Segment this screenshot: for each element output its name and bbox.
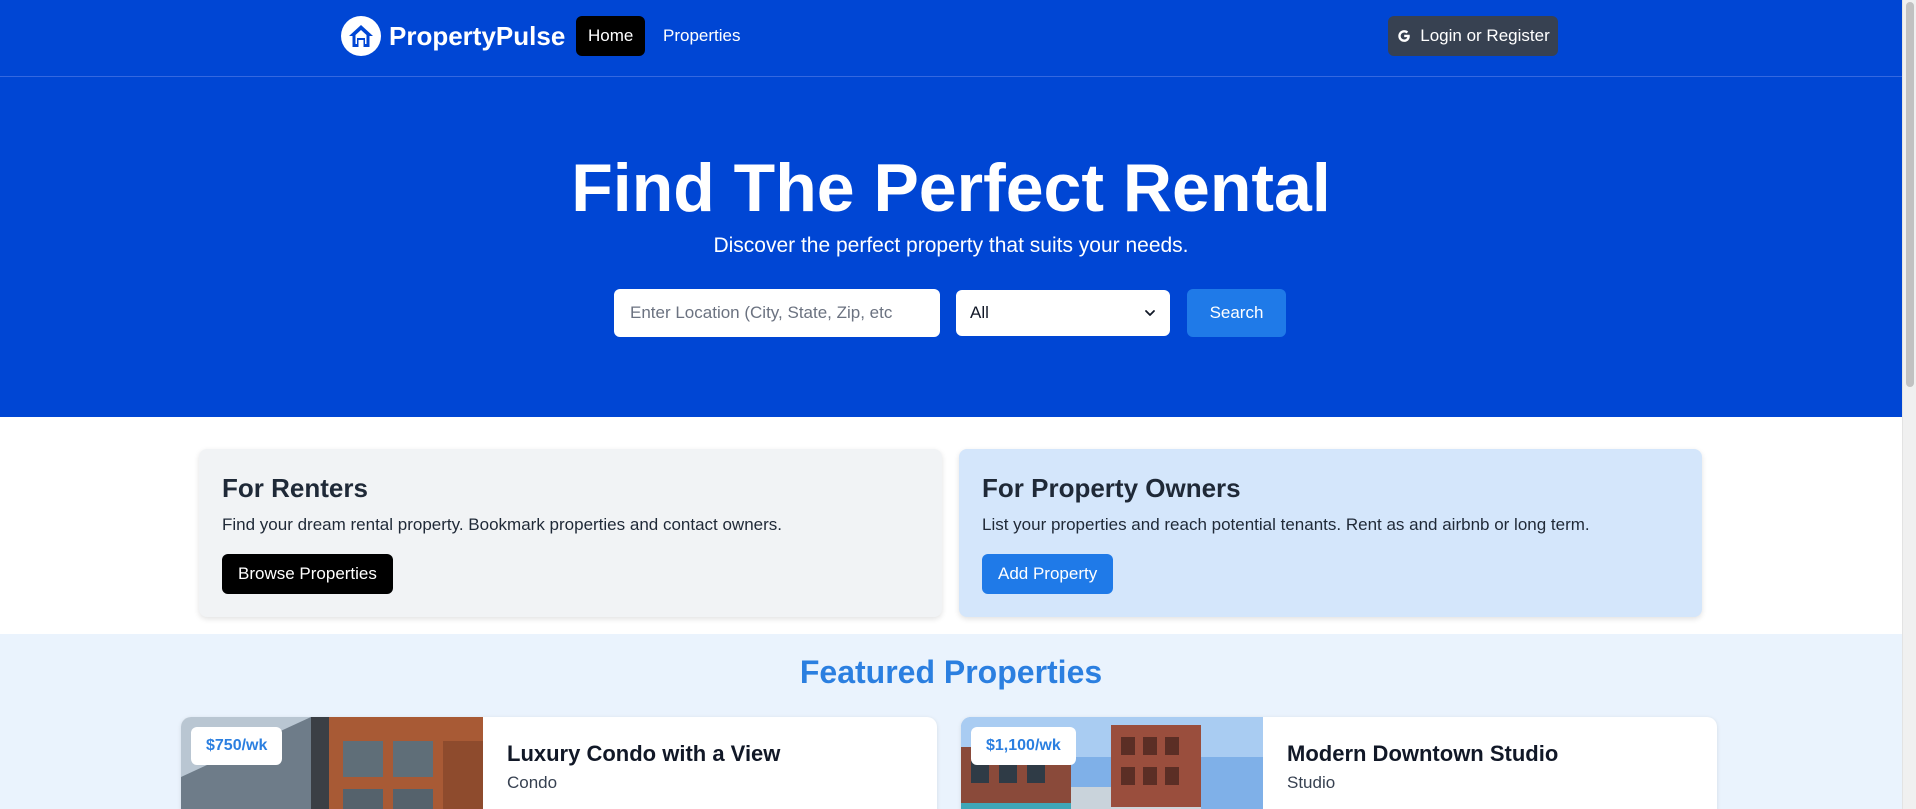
price-badge: $750/wk xyxy=(191,727,283,765)
owners-info-box: For Property Owners List your properties… xyxy=(959,449,1702,617)
owners-description: List your properties and reach potential… xyxy=(982,515,1590,534)
hero-section: Find The Perfect Rental Discover the per… xyxy=(0,77,1902,417)
location-search-input[interactable] xyxy=(614,289,940,337)
property-type-selected: All xyxy=(970,303,989,322)
search-button[interactable]: Search xyxy=(1187,289,1286,337)
featured-properties-section: Featured Properties $750/wk Luxury Condo… xyxy=(0,634,1902,809)
login-register-button[interactable]: Login or Register xyxy=(1388,16,1558,56)
brand-logo-link[interactable]: PropertyPulse xyxy=(341,16,565,56)
property-title[interactable]: Modern Downtown Studio xyxy=(1287,741,1558,767)
property-title[interactable]: Luxury Condo with a View xyxy=(507,741,780,767)
property-type-select[interactable]: All xyxy=(956,290,1170,336)
featured-property-card[interactable]: $1,100/wk Modern Downtown Studio Studio xyxy=(961,717,1717,809)
featured-title: Featured Properties xyxy=(799,654,1103,690)
page-scrollbar[interactable] xyxy=(1902,0,1916,809)
chevron-down-icon xyxy=(1144,307,1156,319)
property-image: $750/wk xyxy=(181,717,483,809)
renters-title: For Renters xyxy=(222,473,368,503)
hero-subtitle: Discover the perfect property that suits… xyxy=(713,234,1189,257)
browse-properties-button[interactable]: Browse Properties xyxy=(222,554,393,594)
featured-property-card[interactable]: $750/wk Luxury Condo with a View Condo xyxy=(181,717,937,809)
renters-description: Find your dream rental property. Bookmar… xyxy=(222,515,783,534)
google-icon xyxy=(1396,28,1412,44)
property-type: Studio xyxy=(1287,773,1336,792)
owners-title: For Property Owners xyxy=(982,473,1241,503)
nav-link-properties[interactable]: Properties xyxy=(651,16,752,56)
scrollbar-thumb[interactable] xyxy=(1906,2,1914,387)
hero-title: Find The Perfect Rental xyxy=(571,150,1331,226)
top-navbar: PropertyPulse Home Properties Login or R… xyxy=(0,0,1902,77)
price-badge: $1,100/wk xyxy=(971,727,1076,765)
nav-link-home[interactable]: Home xyxy=(576,16,646,56)
add-property-button[interactable]: Add Property xyxy=(982,554,1114,594)
login-button-label: Login or Register xyxy=(1420,26,1550,45)
property-type: Condo xyxy=(507,773,558,792)
renters-info-box: For Renters Find your dream rental prope… xyxy=(199,449,942,617)
property-image: $1,100/wk xyxy=(961,717,1263,809)
brand-name: PropertyPulse xyxy=(389,20,566,51)
house-logo-icon xyxy=(341,16,381,56)
